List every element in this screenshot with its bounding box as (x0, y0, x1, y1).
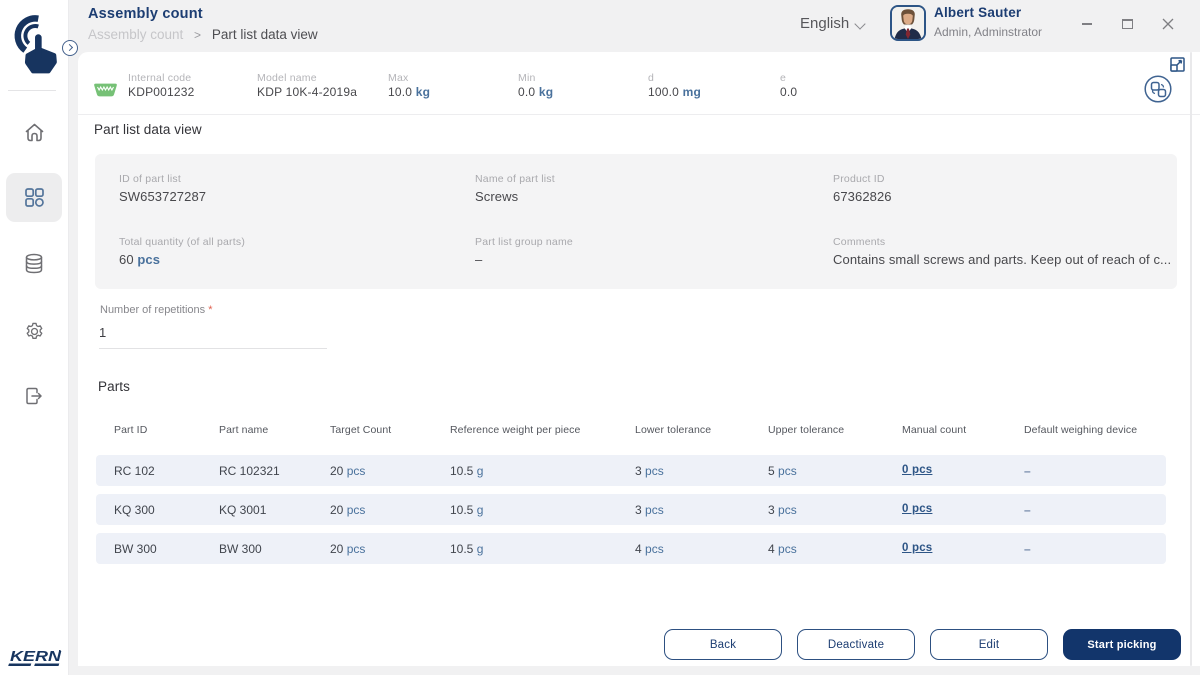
svg-text:KERN: KERN (10, 649, 62, 665)
